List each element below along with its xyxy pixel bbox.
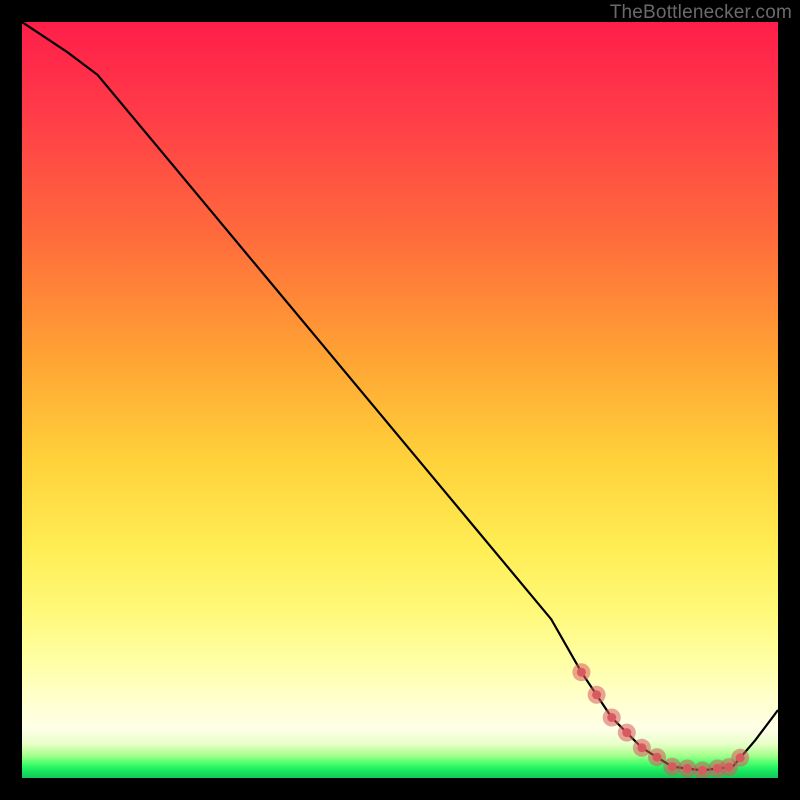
- marker-dot: [668, 762, 677, 771]
- marker-dot: [592, 690, 601, 699]
- marker-dot: [577, 668, 586, 677]
- marker-dot: [607, 713, 616, 722]
- attribution-text: TheBottlenecker.com: [610, 2, 792, 24]
- curve-layer: [22, 22, 778, 778]
- marker-dot: [698, 766, 707, 775]
- marker-dot: [724, 763, 733, 772]
- marker-dot: [683, 764, 692, 773]
- curve-path: [22, 22, 778, 770]
- marker-dot: [736, 753, 745, 762]
- marker-group: [572, 663, 749, 778]
- chart-frame: TheBottlenecker.com: [0, 0, 800, 800]
- marker-dot: [637, 743, 646, 752]
- marker-dot: [653, 753, 662, 762]
- plot-area: [22, 22, 778, 778]
- marker-dot: [622, 728, 631, 737]
